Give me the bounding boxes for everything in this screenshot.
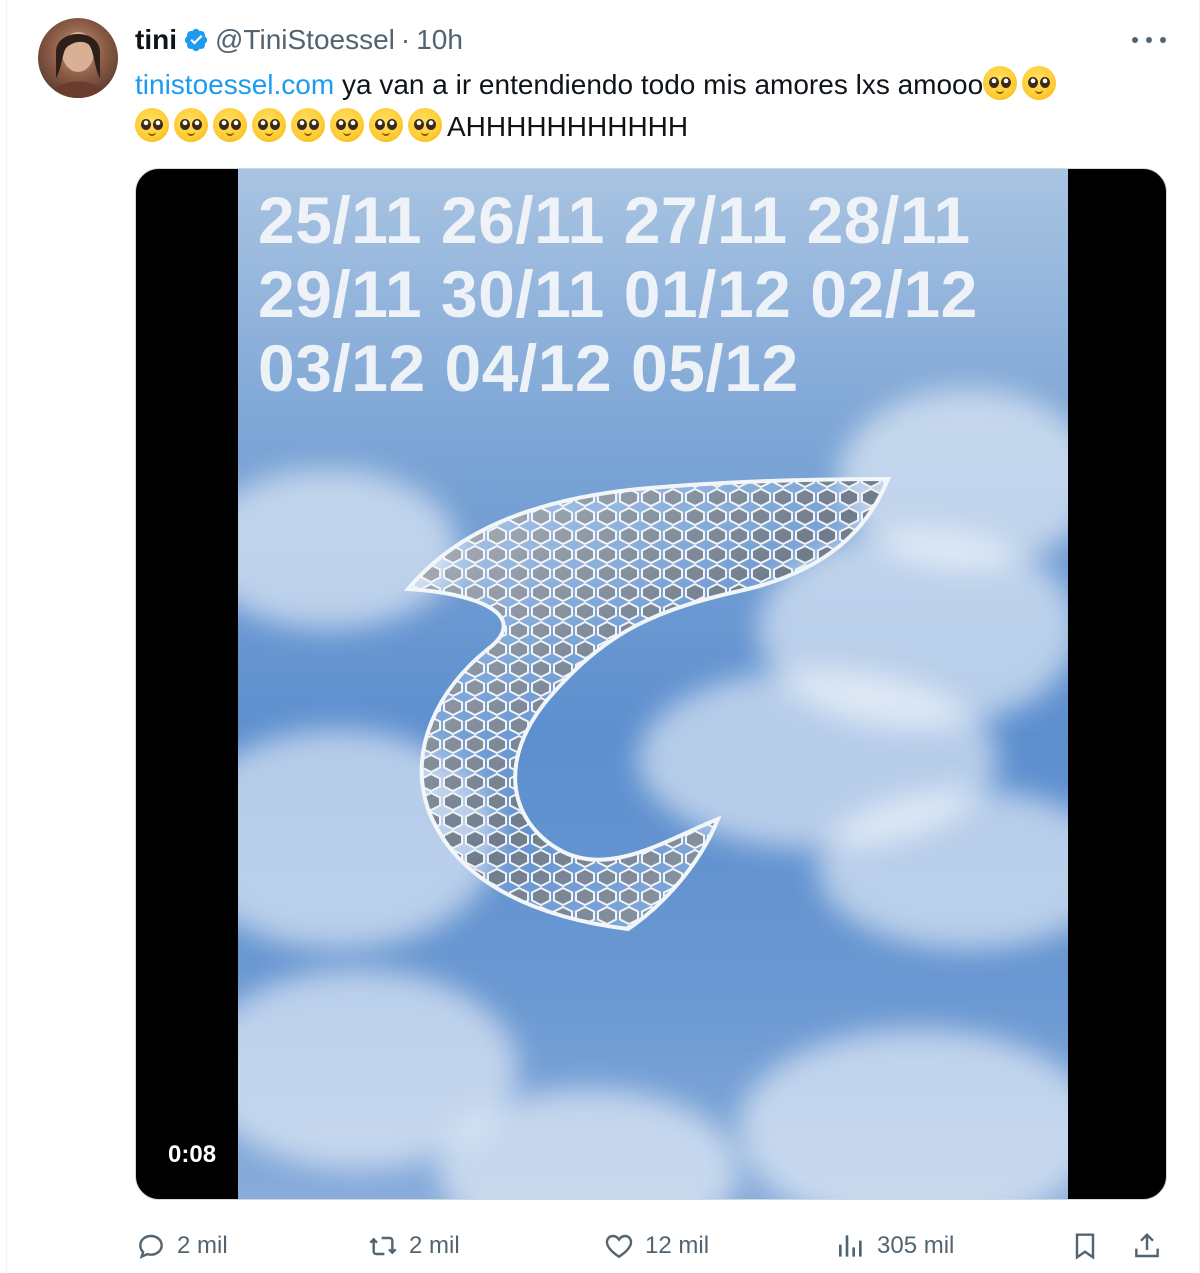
pleading-face-emoji (213, 108, 247, 142)
dates-line-3: 03/12 04/12 05/12 (258, 331, 799, 405)
pleading-face-emoji (174, 108, 208, 142)
timestamp[interactable]: 10h (416, 24, 463, 56)
share-button[interactable] (1131, 1222, 1163, 1270)
action-bar: 2 mil 2 mil 12 mil 305 mil (135, 1222, 1167, 1270)
pleading-face-emoji (135, 108, 169, 142)
bookmark-button[interactable] (1069, 1222, 1101, 1270)
like-count: 12 mil (645, 1232, 710, 1259)
verified-badge-icon[interactable] (183, 27, 209, 53)
pleading-face-emoji (369, 108, 403, 142)
repost-button[interactable]: 2 mil (367, 1222, 460, 1270)
emoji-group-2 (135, 108, 447, 142)
author-handle[interactable]: @TiniStoessel (215, 24, 395, 56)
silver-sculpture (403, 476, 891, 932)
reply-count: 2 mil (177, 1232, 228, 1259)
like-icon (605, 1234, 633, 1259)
tweet-tail: AHHHHHHHHHHH (447, 111, 689, 142)
emoji-group-1 (983, 66, 1061, 100)
pleading-face-emoji (330, 108, 364, 142)
video-dates: 25/11 26/11 27/11 28/11 29/11 30/11 01/1… (258, 183, 1058, 405)
reply-button[interactable]: 2 mil (135, 1222, 228, 1270)
reply-icon (139, 1234, 163, 1259)
repost-icon (369, 1236, 397, 1256)
left-divider (6, 0, 7, 1273)
separator-dot: · (400, 24, 411, 55)
like-button[interactable]: 12 mil (603, 1222, 709, 1270)
author-name[interactable]: tini (135, 24, 177, 56)
tweet-body: ya van a ir entendiendo todo mis amores … (334, 69, 984, 100)
repost-count: 2 mil (409, 1232, 460, 1259)
tweet-header: tini @TiniStoessel · 10h (135, 22, 463, 58)
avatar[interactable] (38, 18, 118, 98)
video-player[interactable]: 25/11 26/11 27/11 28/11 29/11 30/11 01/1… (135, 168, 1167, 1200)
views-count: 305 mil (877, 1232, 955, 1259)
video-duration: 0:08 (158, 1135, 227, 1175)
pleading-face-emoji (1022, 66, 1057, 100)
pleading-face-emoji (408, 108, 442, 142)
views-icon (839, 1235, 862, 1257)
bookmark-icon (1075, 1233, 1095, 1260)
views-button[interactable]: 305 mil (835, 1222, 954, 1270)
pleading-face-emoji (983, 66, 1018, 100)
tweet-text: tinistoessel.com ya van a ir entendiendo… (135, 64, 1165, 148)
share-icon (1135, 1232, 1159, 1258)
dates-line-2: 29/11 30/11 01/12 02/12 (258, 257, 978, 331)
pleading-face-emoji (252, 108, 286, 142)
more-icon[interactable] (1132, 28, 1166, 52)
pleading-face-emoji (291, 108, 325, 142)
dates-line-1: 25/11 26/11 27/11 28/11 (258, 183, 971, 257)
tweet-link[interactable]: tinistoessel.com (135, 69, 334, 100)
video-frame[interactable]: 25/11 26/11 27/11 28/11 29/11 30/11 01/1… (238, 169, 1068, 1199)
